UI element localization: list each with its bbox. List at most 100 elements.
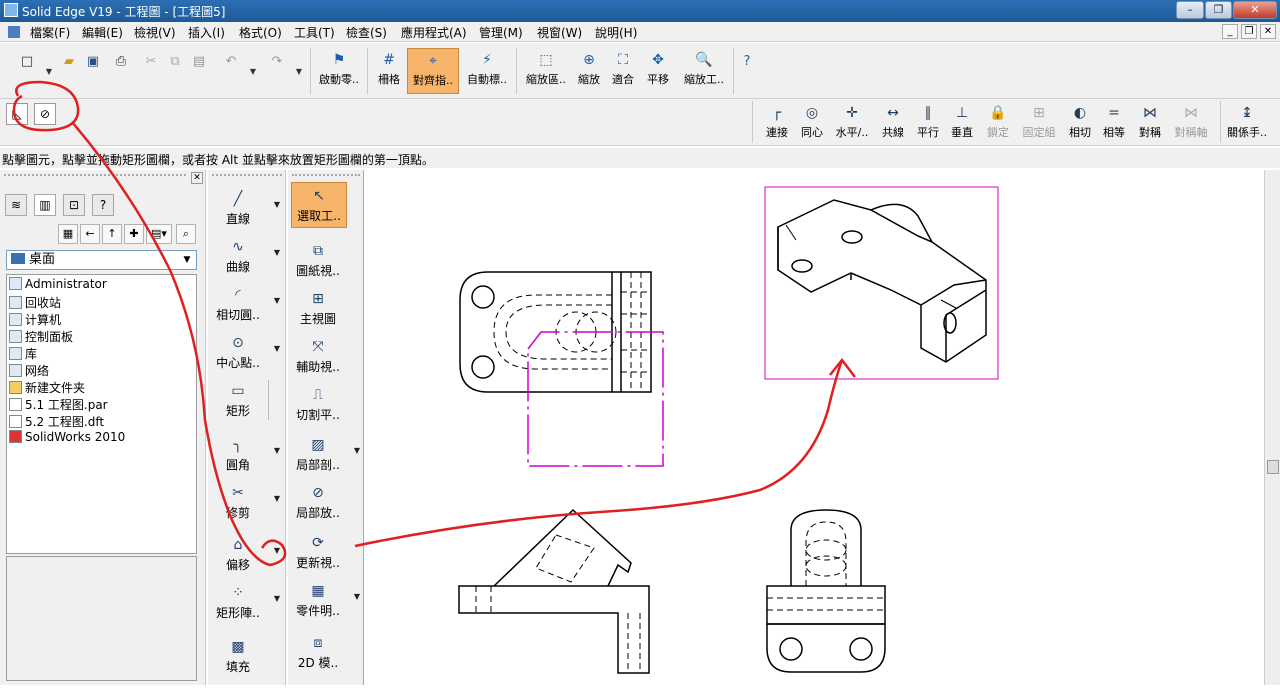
redo-icon[interactable]: ↷: [268, 53, 286, 71]
menu-inspect[interactable]: 檢查(S): [346, 24, 387, 41]
view-menu-icon[interactable]: ▤▾: [146, 224, 172, 244]
grid-button[interactable]: # 柵格: [372, 48, 406, 94]
curve-tool[interactable]: ∿ 曲線 ▼: [208, 234, 280, 278]
alignment-indicator-button[interactable]: ⌖ 對齊指..: [407, 48, 459, 94]
new-dropdown-icon[interactable]: ▼: [40, 63, 58, 81]
undo-dropdown-icon[interactable]: ▼: [244, 63, 262, 81]
undo-icon[interactable]: ↶: [222, 53, 240, 71]
detail-view-tool[interactable]: ⊘ 局部放..: [288, 480, 348, 524]
offset-tool[interactable]: ⌂ 偏移 ▼: [208, 532, 280, 576]
drawing-view-tool[interactable]: ⧉ 圖紙視..: [288, 238, 348, 282]
menu-window[interactable]: 視窗(W): [537, 24, 582, 41]
up-folder-icon[interactable]: ↑: [102, 224, 122, 244]
parts-list-tool[interactable]: ▦ 零件明.. ▼: [288, 578, 360, 622]
chevron-down-icon[interactable]: ▼: [274, 446, 280, 455]
perpendicular-button[interactable]: ⊥ 垂直: [946, 103, 978, 143]
lock-button[interactable]: 🔒 鎖定: [982, 103, 1014, 143]
chevron-down-icon[interactable]: ▼: [354, 446, 360, 455]
fill-tool[interactable]: ▩ 填充: [208, 634, 268, 678]
save-icon[interactable]: ▣: [84, 53, 102, 71]
close-button[interactable]: ✕: [1233, 1, 1277, 19]
zoom-button[interactable]: ⊕ 縮放: [574, 48, 604, 94]
menu-insert[interactable]: 插入(I): [188, 24, 225, 41]
doc-close-button[interactable]: ✕: [1260, 24, 1276, 39]
minimize-button[interactable]: –: [1176, 1, 1204, 19]
chevron-down-icon[interactable]: ▼: [354, 592, 360, 601]
cut-icon[interactable]: ✂: [142, 53, 160, 71]
chevron-down-icon[interactable]: ▼: [274, 248, 280, 257]
menu-format[interactable]: 格式(O): [239, 24, 282, 41]
concentric-button[interactable]: ◎ 同心: [796, 103, 828, 143]
new-icon[interactable]: □: [18, 53, 36, 71]
vertical-scrollbar[interactable]: [1264, 170, 1280, 685]
zoom-tool-button[interactable]: 🔍 縮放工..: [677, 48, 731, 94]
tangent-arc-tool[interactable]: ◜ 相切圓.. ▼: [208, 282, 280, 326]
list-item[interactable]: 库: [9, 345, 37, 362]
scrollbar-thumb[interactable]: [1267, 460, 1279, 474]
sketch-icon[interactable]: ◺: [6, 103, 28, 125]
zoom-area-button[interactable]: ⬚ 縮放區..: [520, 48, 572, 94]
print-icon[interactable]: ⎙: [112, 53, 130, 71]
copy-icon[interactable]: ⧉: [166, 53, 184, 71]
paste-icon[interactable]: ▤: [190, 53, 208, 71]
list-item[interactable]: 控制面板: [9, 328, 73, 345]
view-tab-icon[interactable]: ⊡: [63, 194, 85, 216]
open-icon[interactable]: ▰: [60, 53, 78, 71]
parallel-button[interactable]: ∥ 平行: [912, 103, 944, 143]
draw-in-view-icon[interactable]: ⊘: [34, 103, 56, 125]
collinear-button[interactable]: ↔ 共線: [876, 103, 910, 143]
cutting-plane-tool[interactable]: ⎍ 切割平..: [288, 382, 348, 426]
list-item[interactable]: 计算机: [9, 311, 61, 328]
activate-part-button[interactable]: ⚑ 啟動零..: [314, 48, 364, 94]
select-tool[interactable]: ↖ 選取工..: [291, 182, 347, 228]
list-item[interactable]: 回收站: [9, 294, 61, 311]
view-icons-icon[interactable]: ▦: [58, 224, 78, 244]
connect-button[interactable]: ┌ 連接: [760, 103, 794, 143]
chevron-down-icon[interactable]: ▼: [274, 594, 280, 603]
search-icon[interactable]: ⌕: [176, 224, 196, 244]
doc-minimize-button[interactable]: _: [1222, 24, 1238, 39]
list-item[interactable]: SolidWorks 2010: [9, 430, 125, 447]
auto-dimension-button[interactable]: ⚡ 自動標..: [462, 48, 512, 94]
list-item[interactable]: 5.2 工程图.dft: [9, 413, 104, 430]
rigid-set-button[interactable]: ⊞ 固定組: [1018, 103, 1060, 143]
help-tab-icon[interactable]: ?: [92, 194, 114, 216]
broken-out-section-tool[interactable]: ▨ 局部剖.. ▼: [288, 432, 360, 476]
horizontal-vertical-button[interactable]: ✛ 水平/..: [832, 103, 872, 143]
back-icon[interactable]: ←: [80, 224, 100, 244]
chevron-down-icon[interactable]: ▼: [274, 200, 280, 209]
pan-button[interactable]: ✥ 平移: [642, 48, 674, 94]
2d-model-view-tool[interactable]: ⧈ 2D 模..: [288, 630, 348, 674]
doc-restore-button[interactable]: ❐: [1241, 24, 1257, 39]
menu-edit[interactable]: 編輯(E): [82, 24, 123, 41]
symmetry-axis-button[interactable]: ⋈ 對稱軸: [1170, 103, 1212, 143]
maximize-button[interactable]: ❐: [1205, 1, 1232, 19]
list-item[interactable]: 5.1 工程图.par: [9, 396, 108, 413]
list-item[interactable]: Administrator: [9, 277, 107, 294]
trim-tool[interactable]: ✂ 修剪 ▼: [208, 480, 280, 524]
symmetric-button[interactable]: ⋈ 對稱: [1133, 103, 1167, 143]
fillet-tool[interactable]: ╮ 圓角 ▼: [208, 432, 280, 476]
layers-tab-icon[interactable]: ≋: [5, 194, 27, 216]
location-combo[interactable]: 桌面 ▼: [6, 250, 197, 270]
tangent-button[interactable]: ◐ 相切: [1064, 103, 1096, 143]
menu-tools[interactable]: 工具(T): [294, 24, 335, 41]
list-item[interactable]: 新建文件夹: [9, 379, 85, 396]
pane-close-icon[interactable]: ✕: [191, 172, 203, 184]
rectangle-tool[interactable]: ▭ 矩形: [208, 378, 268, 422]
chevron-down-icon[interactable]: ▼: [274, 494, 280, 503]
new-folder-icon[interactable]: ✚: [124, 224, 144, 244]
center-point-tool[interactable]: ⊙ 中心點.. ▼: [208, 330, 280, 374]
fit-button[interactable]: ⛶ 適合: [607, 48, 639, 94]
principal-view-tool[interactable]: ⊞ 主視圖: [288, 286, 348, 330]
menu-file[interactable]: 檔案(F): [30, 24, 70, 41]
chevron-down-icon[interactable]: ▼: [180, 253, 194, 267]
auxiliary-view-tool[interactable]: ⤧ 輔助視..: [288, 334, 348, 378]
menu-applications[interactable]: 應用程式(A): [401, 24, 467, 41]
rectangular-pattern-tool[interactable]: ⁘ 矩形陣.. ▼: [208, 580, 280, 624]
equal-button[interactable]: = 相等: [1098, 103, 1130, 143]
chevron-down-icon[interactable]: ▼: [274, 344, 280, 353]
menu-help[interactable]: 說明(H): [595, 24, 637, 41]
library-tab-icon[interactable]: ▥: [34, 194, 56, 216]
redo-dropdown-icon[interactable]: ▼: [290, 63, 308, 81]
